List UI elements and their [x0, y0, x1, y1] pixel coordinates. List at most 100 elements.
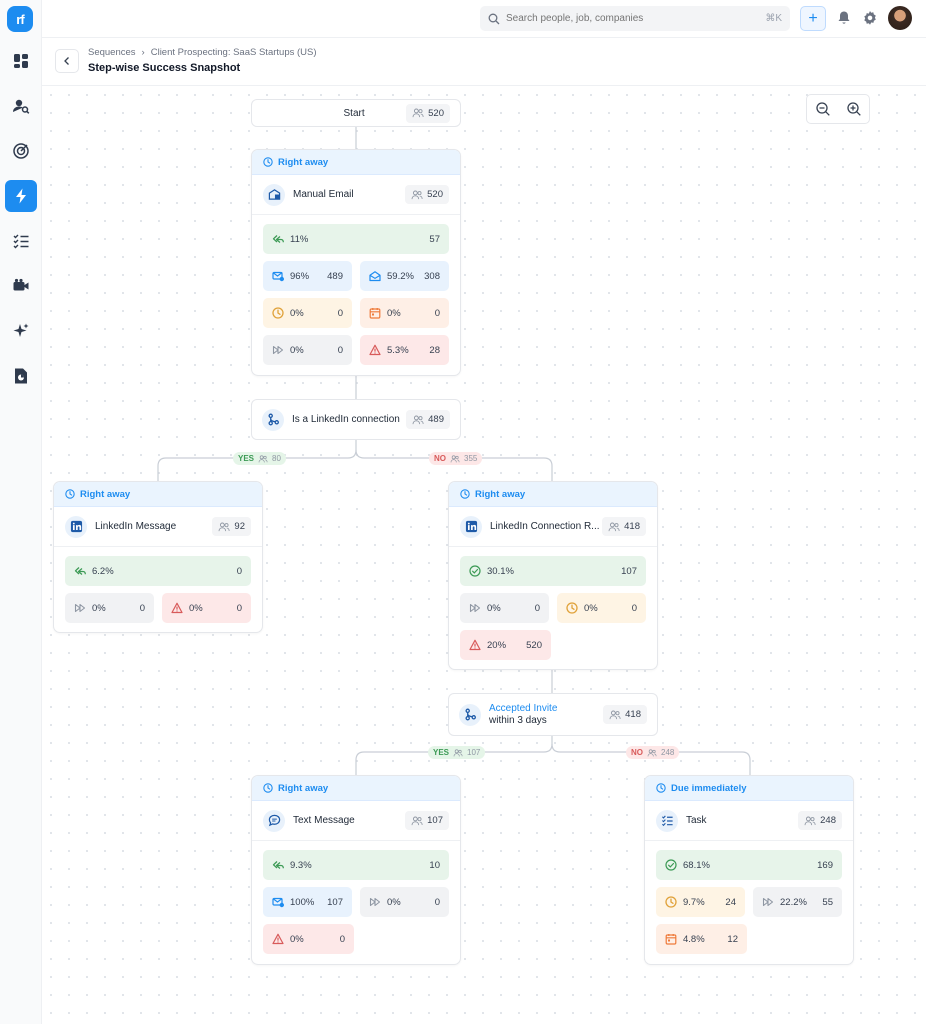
timing-label: Right away [475, 488, 526, 500]
stat-pct: 0% [290, 344, 304, 356]
video-icon[interactable] [5, 270, 37, 302]
branch-yes-count: 80 [272, 454, 281, 463]
branch-yes-label: YES [238, 454, 255, 463]
breadcrumb-separator: › [141, 47, 145, 58]
people-search-icon[interactable] [5, 90, 37, 122]
target-icon[interactable] [5, 135, 37, 167]
stat-delivered: 96% 489 [263, 261, 352, 291]
zoom-in-icon[interactable] [846, 101, 862, 117]
dashboard-icon[interactable] [5, 45, 37, 77]
timing-label: Right away [278, 782, 329, 794]
ai-sparkle-icon[interactable] [5, 315, 37, 347]
people-icon [608, 522, 620, 532]
email-icon [263, 183, 285, 206]
clock-icon [665, 896, 677, 908]
breadcrumb-item-campaign[interactable]: Client Prospecting: SaaS Startups (US) [151, 47, 317, 58]
mail-open-icon [369, 270, 381, 282]
stat-value: 0 [434, 896, 440, 908]
stat-accepted: 30.1% 107 [460, 556, 646, 586]
stat-value: 0 [534, 602, 540, 614]
stat-value: 107 [327, 896, 343, 908]
search-bar[interactable]: ⌘K [480, 6, 790, 31]
tasks-checklist-icon[interactable] [5, 225, 37, 257]
user-avatar[interactable] [888, 6, 912, 30]
step-count: 248 [820, 815, 836, 826]
app-logo[interactable]: rf [7, 6, 33, 32]
clock-icon [566, 602, 578, 614]
stat-value: 0 [434, 307, 440, 319]
task-step[interactable]: Due immediately Task 248 68.1% 169 9.7% 24… [644, 775, 854, 965]
gear-icon[interactable] [862, 10, 878, 26]
skip-icon [369, 896, 381, 908]
manual-email-step[interactable]: Right away Manual Email 520 11% 57 96% 489… [251, 149, 461, 376]
stat-replied: 9.3% 10 [263, 850, 449, 880]
stat-skipped: 0% 0 [65, 593, 154, 623]
stat-skipped: 22.2% 55 [753, 887, 842, 917]
stat-pct: 68.1% [683, 859, 710, 871]
step-timing: Right away [449, 482, 657, 507]
stat-replied: 6.2% 0 [65, 556, 251, 586]
stat-pct: 100% [290, 896, 315, 908]
reports-icon[interactable] [5, 360, 37, 392]
stat-value: 24 [725, 896, 736, 908]
stat-value: 489 [327, 270, 343, 282]
people-icon [647, 749, 657, 757]
mail-sent-icon [272, 270, 284, 282]
text-message-step[interactable]: Right away Text Message 107 9.3% 10 100% 1… [251, 775, 461, 965]
stat-pct: 0% [290, 933, 304, 945]
linkedin-connection-step[interactable]: Right away LinkedIn Connection R... 418 … [448, 481, 658, 670]
stat-pct: 0% [290, 307, 304, 319]
condition-label: Is a LinkedIn connection [292, 414, 400, 425]
stat-pct: 0% [189, 602, 203, 614]
search-input[interactable] [506, 13, 766, 24]
add-button[interactable]: + [800, 6, 826, 31]
stat-replied: 11% 57 [263, 224, 449, 254]
mail-sent-icon [272, 896, 284, 908]
stat-pending: 0% 0 [263, 298, 352, 328]
back-button[interactable] [55, 49, 79, 73]
stat-value: 57 [429, 233, 440, 245]
sequences-lightning-icon[interactable] [5, 180, 37, 212]
people-icon [258, 455, 268, 463]
step-count-badge: 520 [405, 185, 449, 204]
stat-value: 0 [339, 933, 345, 945]
condition-label: Accepted Invite [489, 702, 558, 714]
stat-value: 107 [621, 565, 637, 577]
branch-no-pill: NO 355 [429, 452, 483, 465]
branch-yes-pill: YES 80 [233, 452, 286, 465]
start-label: Start [343, 107, 365, 119]
stat-pct: 9.3% [290, 859, 312, 871]
step-count-badge: 418 [602, 517, 646, 536]
zoom-control [806, 94, 870, 124]
condition-linkedin-connection[interactable]: Is a LinkedIn connection 489 [251, 399, 461, 440]
stat-pct: 6.2% [92, 565, 114, 577]
stat-value: 0 [139, 602, 145, 614]
stat-failed: 20% 520 [460, 630, 551, 660]
warning-icon [171, 602, 183, 614]
clock-icon [272, 307, 284, 319]
linkedin-icon [65, 515, 87, 538]
condition-accepted-invite[interactable]: Accepted Invite within 3 days 418 [448, 693, 658, 736]
stat-value: 55 [822, 896, 833, 908]
branch-no-label: NO [631, 748, 643, 757]
stat-pct: 96% [290, 270, 310, 282]
stat-value: 0 [631, 602, 637, 614]
clock-icon [263, 783, 273, 793]
stat-pct: 59.2% [387, 270, 414, 282]
start-count: 520 [428, 107, 444, 119]
linkedin-message-step[interactable]: Right away LinkedIn Message 92 6.2% 0 0% 0… [53, 481, 263, 633]
chat-bubble-icon [263, 809, 285, 832]
timing-label: Due immediately [671, 782, 747, 794]
breadcrumb-item-sequences[interactable]: Sequences [88, 47, 136, 58]
stat-pending: 9.7% 24 [656, 887, 745, 917]
stat-value: 0 [236, 602, 242, 614]
people-icon [411, 190, 423, 200]
stat-pct: 11% [290, 233, 309, 245]
bell-icon[interactable] [836, 10, 852, 26]
step-label: LinkedIn Connection R... [490, 521, 600, 532]
zoom-out-icon[interactable] [815, 101, 831, 117]
start-node[interactable]: Start 520 [251, 99, 461, 127]
branch-yes-count: 107 [467, 748, 481, 757]
stat-value: 0 [236, 565, 242, 577]
branch-icon [262, 408, 284, 431]
